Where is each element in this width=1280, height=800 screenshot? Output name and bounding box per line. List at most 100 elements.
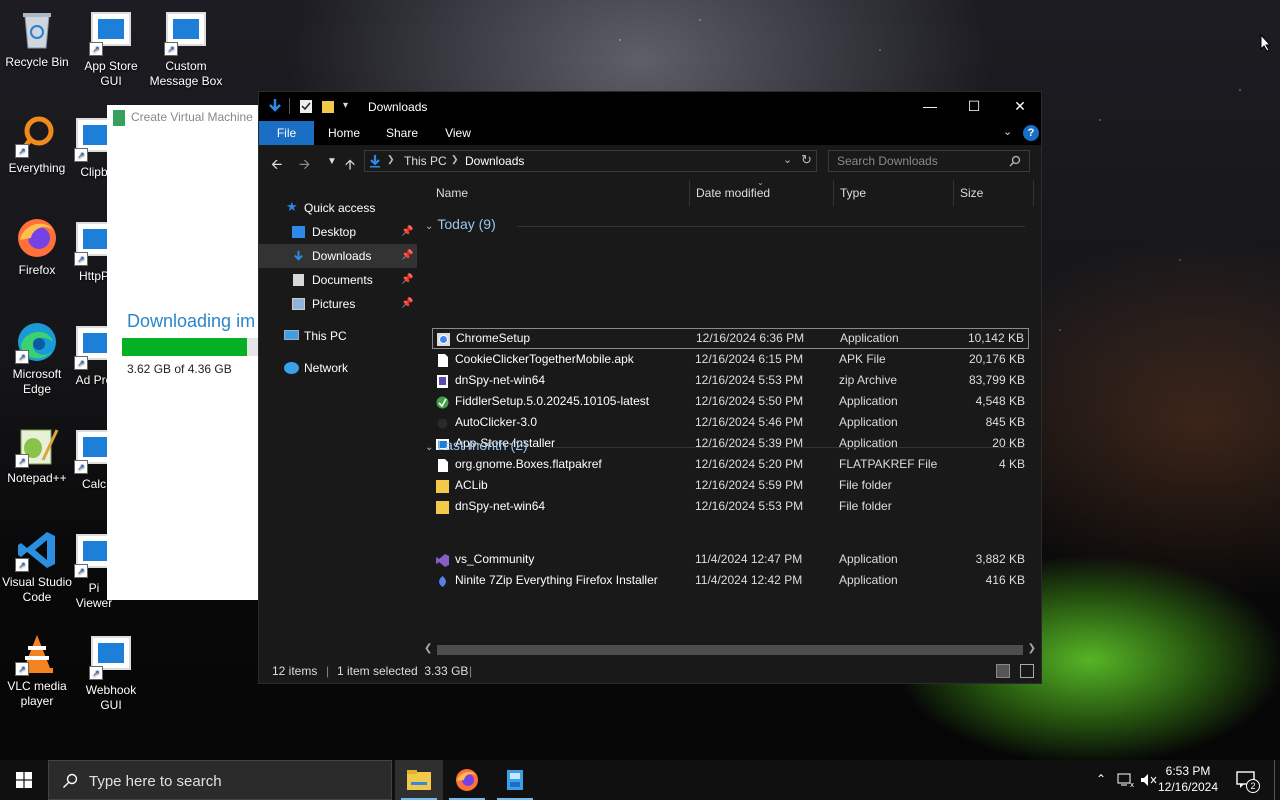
star-icon: ★ — [286, 199, 298, 214]
new-folder-icon[interactable] — [321, 98, 335, 114]
scroll-right-icon[interactable]: ❯ — [1028, 643, 1036, 654]
nav-network[interactable]: Network — [259, 356, 417, 380]
up-button[interactable]: 🡩 — [345, 154, 355, 178]
column-divider[interactable] — [953, 180, 954, 206]
nav-quick-access[interactable]: ★ Quick access — [259, 196, 417, 220]
file-name: ACLib — [455, 478, 488, 492]
download-heading: Downloading im — [127, 311, 256, 331]
nav-label: Network — [304, 361, 349, 375]
file-icon — [436, 353, 449, 367]
start-button[interactable] — [0, 760, 48, 800]
file-row[interactable]: dnSpy-net-win64 12/16/2024 5:53 PM zip Arc… — [432, 370, 1029, 391]
show-hidden-icons[interactable]: ⌃ — [1096, 772, 1106, 786]
tab-home[interactable]: Home — [321, 121, 367, 145]
file-type: Application — [839, 573, 898, 587]
nav-pictures[interactable]: Pictures 📌 — [259, 292, 417, 316]
action-center-button[interactable]: 2 — [1232, 768, 1262, 793]
desktop-icon-recycle-bin[interactable]: Recycle Bin — [0, 8, 74, 70]
customize-toolbar-icon[interactable]: ▾ — [343, 100, 348, 116]
tab-share[interactable]: Share — [379, 121, 425, 145]
address-dropdown-icon[interactable]: ⌄ — [783, 153, 792, 166]
file-row[interactable]: FiddlerSetup.5.0.20245.10105-latest 12/16… — [432, 391, 1029, 412]
desktop-icon-webhook-gui[interactable]: ↗ Webhook GUI — [74, 636, 148, 713]
desktop-icon-vlc[interactable]: ↗ VLC media player — [0, 632, 74, 709]
breadcrumb-this-pc[interactable]: This PC — [404, 154, 447, 168]
desktop-icon-vscode[interactable]: ↗ Visual Studio Code — [0, 528, 74, 605]
file-size: 10,142 KB — [967, 331, 1024, 345]
close-button[interactable]: ✕ — [997, 92, 1043, 121]
nav-desktop[interactable]: Desktop 📌 — [259, 220, 417, 244]
file-row[interactable]: ChromeSetup 12/16/2024 6:36 PM Application… — [432, 328, 1029, 349]
breadcrumb-downloads[interactable]: Downloads — [465, 154, 524, 168]
taskbar-firefox[interactable] — [443, 760, 491, 800]
taskbar-file-explorer[interactable] — [395, 760, 443, 800]
expand-ribbon-icon[interactable]: ⌄ — [1003, 125, 1012, 138]
nav-label: Quick access — [304, 201, 376, 215]
desktop-icon-everything[interactable]: ↗ Everything — [0, 114, 74, 176]
nav-label: Documents — [312, 273, 373, 287]
properties-icon[interactable] — [299, 98, 313, 114]
nav-this-pc[interactable]: This PC — [259, 324, 417, 348]
group-header-today[interactable]: ⌄ Today (9) — [425, 216, 1025, 232]
desktop-icon-label: Recycle Bin — [5, 55, 69, 69]
desktop-icon-label: Notepad++ — [7, 471, 67, 485]
desktop-icon-label: VLC media player — [7, 679, 67, 708]
file-name: dnSpy-net-win64 — [455, 499, 546, 513]
forward-button[interactable]: 🡪 — [299, 154, 310, 178]
refresh-icon[interactable]: ↻ — [801, 152, 812, 168]
folder-icon — [436, 479, 449, 493]
file-type: Application — [839, 552, 898, 566]
group-header-last-month[interactable]: ⌄ Last month (2) — [425, 437, 1025, 453]
taskbar-vm-app[interactable] — [491, 760, 539, 800]
desktop-icon-app-store-gui[interactable]: ↗ App Store GUI — [74, 12, 148, 89]
scrollbar-thumb[interactable] — [437, 645, 1023, 655]
scroll-left-icon[interactable]: ❮ — [424, 643, 432, 654]
desktop-icon-notepadpp[interactable]: ↗ Notepad++ — [0, 424, 74, 486]
tab-file[interactable]: File — [259, 121, 314, 145]
file-row[interactable]: Ninite 7Zip Everything Firefox Installer… — [432, 570, 1029, 591]
horizontal-scrollbar[interactable]: ❮ ❯ — [421, 642, 1039, 658]
nav-documents[interactable]: Documents 📌 — [259, 268, 417, 292]
network-icon — [284, 362, 299, 374]
column-header-type[interactable]: Type — [840, 180, 866, 206]
tab-view[interactable]: View — [435, 121, 481, 145]
file-row[interactable]: vs_Community 11/4/2024 12:47 PM Applicatio… — [432, 549, 1029, 570]
file-size: 4,548 KB — [975, 394, 1025, 408]
column-header-size[interactable]: Size — [960, 180, 983, 206]
network-status-icon[interactable]: x — [1117, 773, 1135, 787]
firefox-icon — [15, 216, 59, 260]
address-bar[interactable]: ❯ This PC ❯ Downloads ⌄ ↻ — [364, 150, 817, 172]
file-row[interactable]: org.gnome.Boxes.flatpakref 12/16/2024 5:2… — [432, 454, 1029, 475]
column-divider[interactable] — [833, 180, 834, 206]
file-row[interactable]: ACLib 12/16/2024 5:59 PM File folder — [432, 475, 1029, 496]
minimize-button[interactable]: — — [907, 92, 953, 121]
pin-icon: 📌 — [401, 226, 414, 237]
file-row[interactable]: CookieClickerTogetherMobile.apk 12/16/202… — [432, 349, 1029, 370]
maximize-button[interactable]: ☐ — [951, 92, 997, 121]
details-view-icon[interactable] — [996, 664, 1010, 678]
column-divider[interactable] — [1033, 180, 1034, 206]
file-row[interactable]: AutoClicker-3.0 12/16/2024 5:46 PM Applica… — [432, 412, 1029, 433]
pin-icon: 📌 — [401, 250, 414, 261]
column-header-name[interactable]: Name — [436, 180, 468, 206]
recent-locations-icon[interactable]: ▼ — [327, 156, 337, 167]
search-input[interactable]: Search Downloads — [828, 150, 1030, 172]
desktop-icon-microsoft-edge[interactable]: ↗ Microsoft Edge — [0, 320, 74, 397]
show-desktop-button[interactable] — [1274, 760, 1275, 800]
vm-window-titlebar[interactable]: Create Virtual Machine — [107, 105, 267, 129]
nav-label: This PC — [304, 329, 347, 343]
taskbar-clock[interactable]: 6:53 PM 12/16/2024 — [1150, 763, 1226, 795]
taskbar-search-box[interactable]: Type here to search — [48, 760, 392, 800]
desktop-icon-label: Visual Studio Code — [2, 575, 72, 604]
nav-downloads[interactable]: Downloads 📌 — [259, 244, 417, 268]
help-icon[interactable]: ? — [1023, 125, 1039, 141]
column-divider[interactable] — [689, 180, 690, 206]
file-name: Ninite 7Zip Everything Firefox Installer — [455, 573, 658, 587]
desktop-icon-custom-message-box[interactable]: ↗ Custom Message Box — [149, 12, 223, 89]
back-button[interactable]: 🡨 — [271, 154, 282, 178]
file-row[interactable]: dnSpy-net-win64 12/16/2024 5:53 PM File fo… — [432, 496, 1029, 517]
desktop-icon-firefox[interactable]: Firefox — [0, 216, 74, 278]
explorer-titlebar[interactable]: ▾ Downloads — ☐ ✕ — [259, 92, 1041, 121]
download-progress-bar — [122, 338, 272, 356]
large-icons-view-icon[interactable] — [1020, 664, 1034, 678]
